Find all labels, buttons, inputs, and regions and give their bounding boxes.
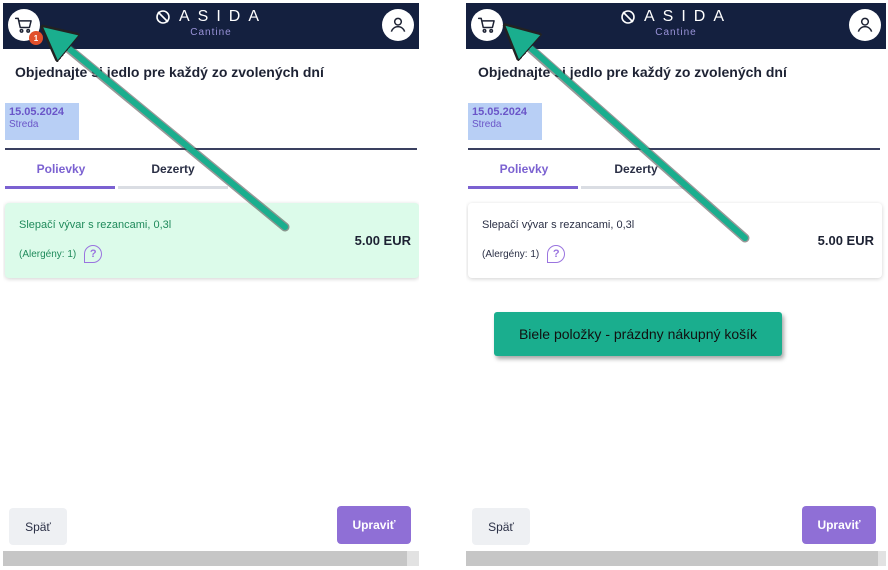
- back-button[interactable]: Späť: [472, 508, 530, 545]
- cart-icon: [477, 17, 495, 33]
- brand-name: ASIDA: [643, 8, 732, 25]
- user-button[interactable]: [382, 9, 414, 41]
- menu-item-unselected[interactable]: Slepačí vývar s rezancami, 0,3l (Alergén…: [468, 203, 882, 278]
- tab-polievky[interactable]: Polievky: [468, 159, 580, 189]
- scrollbar-thumb[interactable]: [3, 551, 407, 566]
- item-price: 5.00 EUR: [817, 233, 874, 248]
- date-chip[interactable]: 15.05.2024 Streda: [468, 103, 542, 140]
- app-header: 1 ASIDA Cantine: [3, 3, 419, 49]
- brand-logo: ASIDA Cantine: [131, 8, 291, 38]
- tab-indicator-inactive: [581, 186, 691, 189]
- app-header: ASIDA Cantine: [466, 3, 886, 49]
- app-panel-empty-cart: ASIDA Cantine Objednajte si jedlo pre ka…: [466, 3, 886, 568]
- brand-subtitle: Cantine: [655, 27, 697, 38]
- edit-button[interactable]: Upraviť: [337, 506, 411, 544]
- item-name: Slepačí vývar s rezancami, 0,3l: [19, 219, 172, 231]
- scrollbar-thumb[interactable]: [466, 551, 878, 566]
- app-panel-with-cart-item: 1 ASIDA Cantine Objednajte si jedlo pre …: [3, 3, 419, 568]
- brand-subtitle: Cantine: [190, 27, 232, 38]
- asida-logo-icon: [156, 10, 170, 24]
- item-allergens: (Alergény: 1): [482, 248, 540, 260]
- asida-logo-icon: [621, 10, 635, 24]
- user-icon: [857, 17, 873, 32]
- item-allergens-row: (Alergény: 1) ?: [482, 245, 566, 263]
- date-weekday: Streda: [9, 119, 39, 130]
- date-weekday: Streda: [472, 119, 502, 130]
- question-icon[interactable]: ?: [547, 245, 566, 263]
- comparison-screenshot: 1 ASIDA Cantine Objednajte si jedlo pre …: [0, 0, 888, 570]
- brand-name: ASIDA: [178, 8, 267, 25]
- edit-button[interactable]: Upraviť: [802, 506, 876, 544]
- tab-indicator-active: [5, 186, 115, 189]
- divider: [5, 148, 417, 150]
- item-allergens-row: (Alergény: 1) ?: [19, 245, 103, 263]
- brand-logo: ASIDA Cantine: [596, 8, 756, 38]
- cart-badge: 1: [29, 31, 43, 45]
- tab-indicator-active: [468, 186, 578, 189]
- back-button[interactable]: Späť: [9, 508, 67, 545]
- annotation-callout: Biele položky - prázdny nákupný košík: [494, 312, 782, 356]
- user-button[interactable]: [849, 9, 881, 41]
- menu-item-selected[interactable]: Slepačí vývar s rezancami, 0,3l (Alergén…: [5, 203, 419, 278]
- cart-button[interactable]: 1: [8, 9, 43, 45]
- tab-polievky[interactable]: Polievky: [5, 159, 117, 189]
- item-allergens: (Alergény: 1): [19, 248, 77, 260]
- tab-dezerty[interactable]: Dezerty: [117, 159, 229, 189]
- date-value: 15.05.2024: [9, 106, 65, 118]
- page-title: Objednajte si jedlo pre každý zo zvolený…: [15, 64, 324, 80]
- item-name: Slepačí vývar s rezancami, 0,3l: [482, 219, 635, 231]
- date-chip[interactable]: 15.05.2024 Streda: [5, 103, 79, 140]
- page-title: Objednajte si jedlo pre každý zo zvolený…: [478, 64, 787, 80]
- user-icon: [390, 17, 406, 32]
- question-icon[interactable]: ?: [84, 245, 103, 263]
- date-value: 15.05.2024: [472, 106, 528, 118]
- item-price: 5.00 EUR: [354, 233, 411, 248]
- tab-dezerty[interactable]: Dezerty: [580, 159, 692, 189]
- divider: [468, 148, 880, 150]
- cart-button[interactable]: [471, 9, 503, 41]
- tab-indicator-inactive: [118, 186, 228, 189]
